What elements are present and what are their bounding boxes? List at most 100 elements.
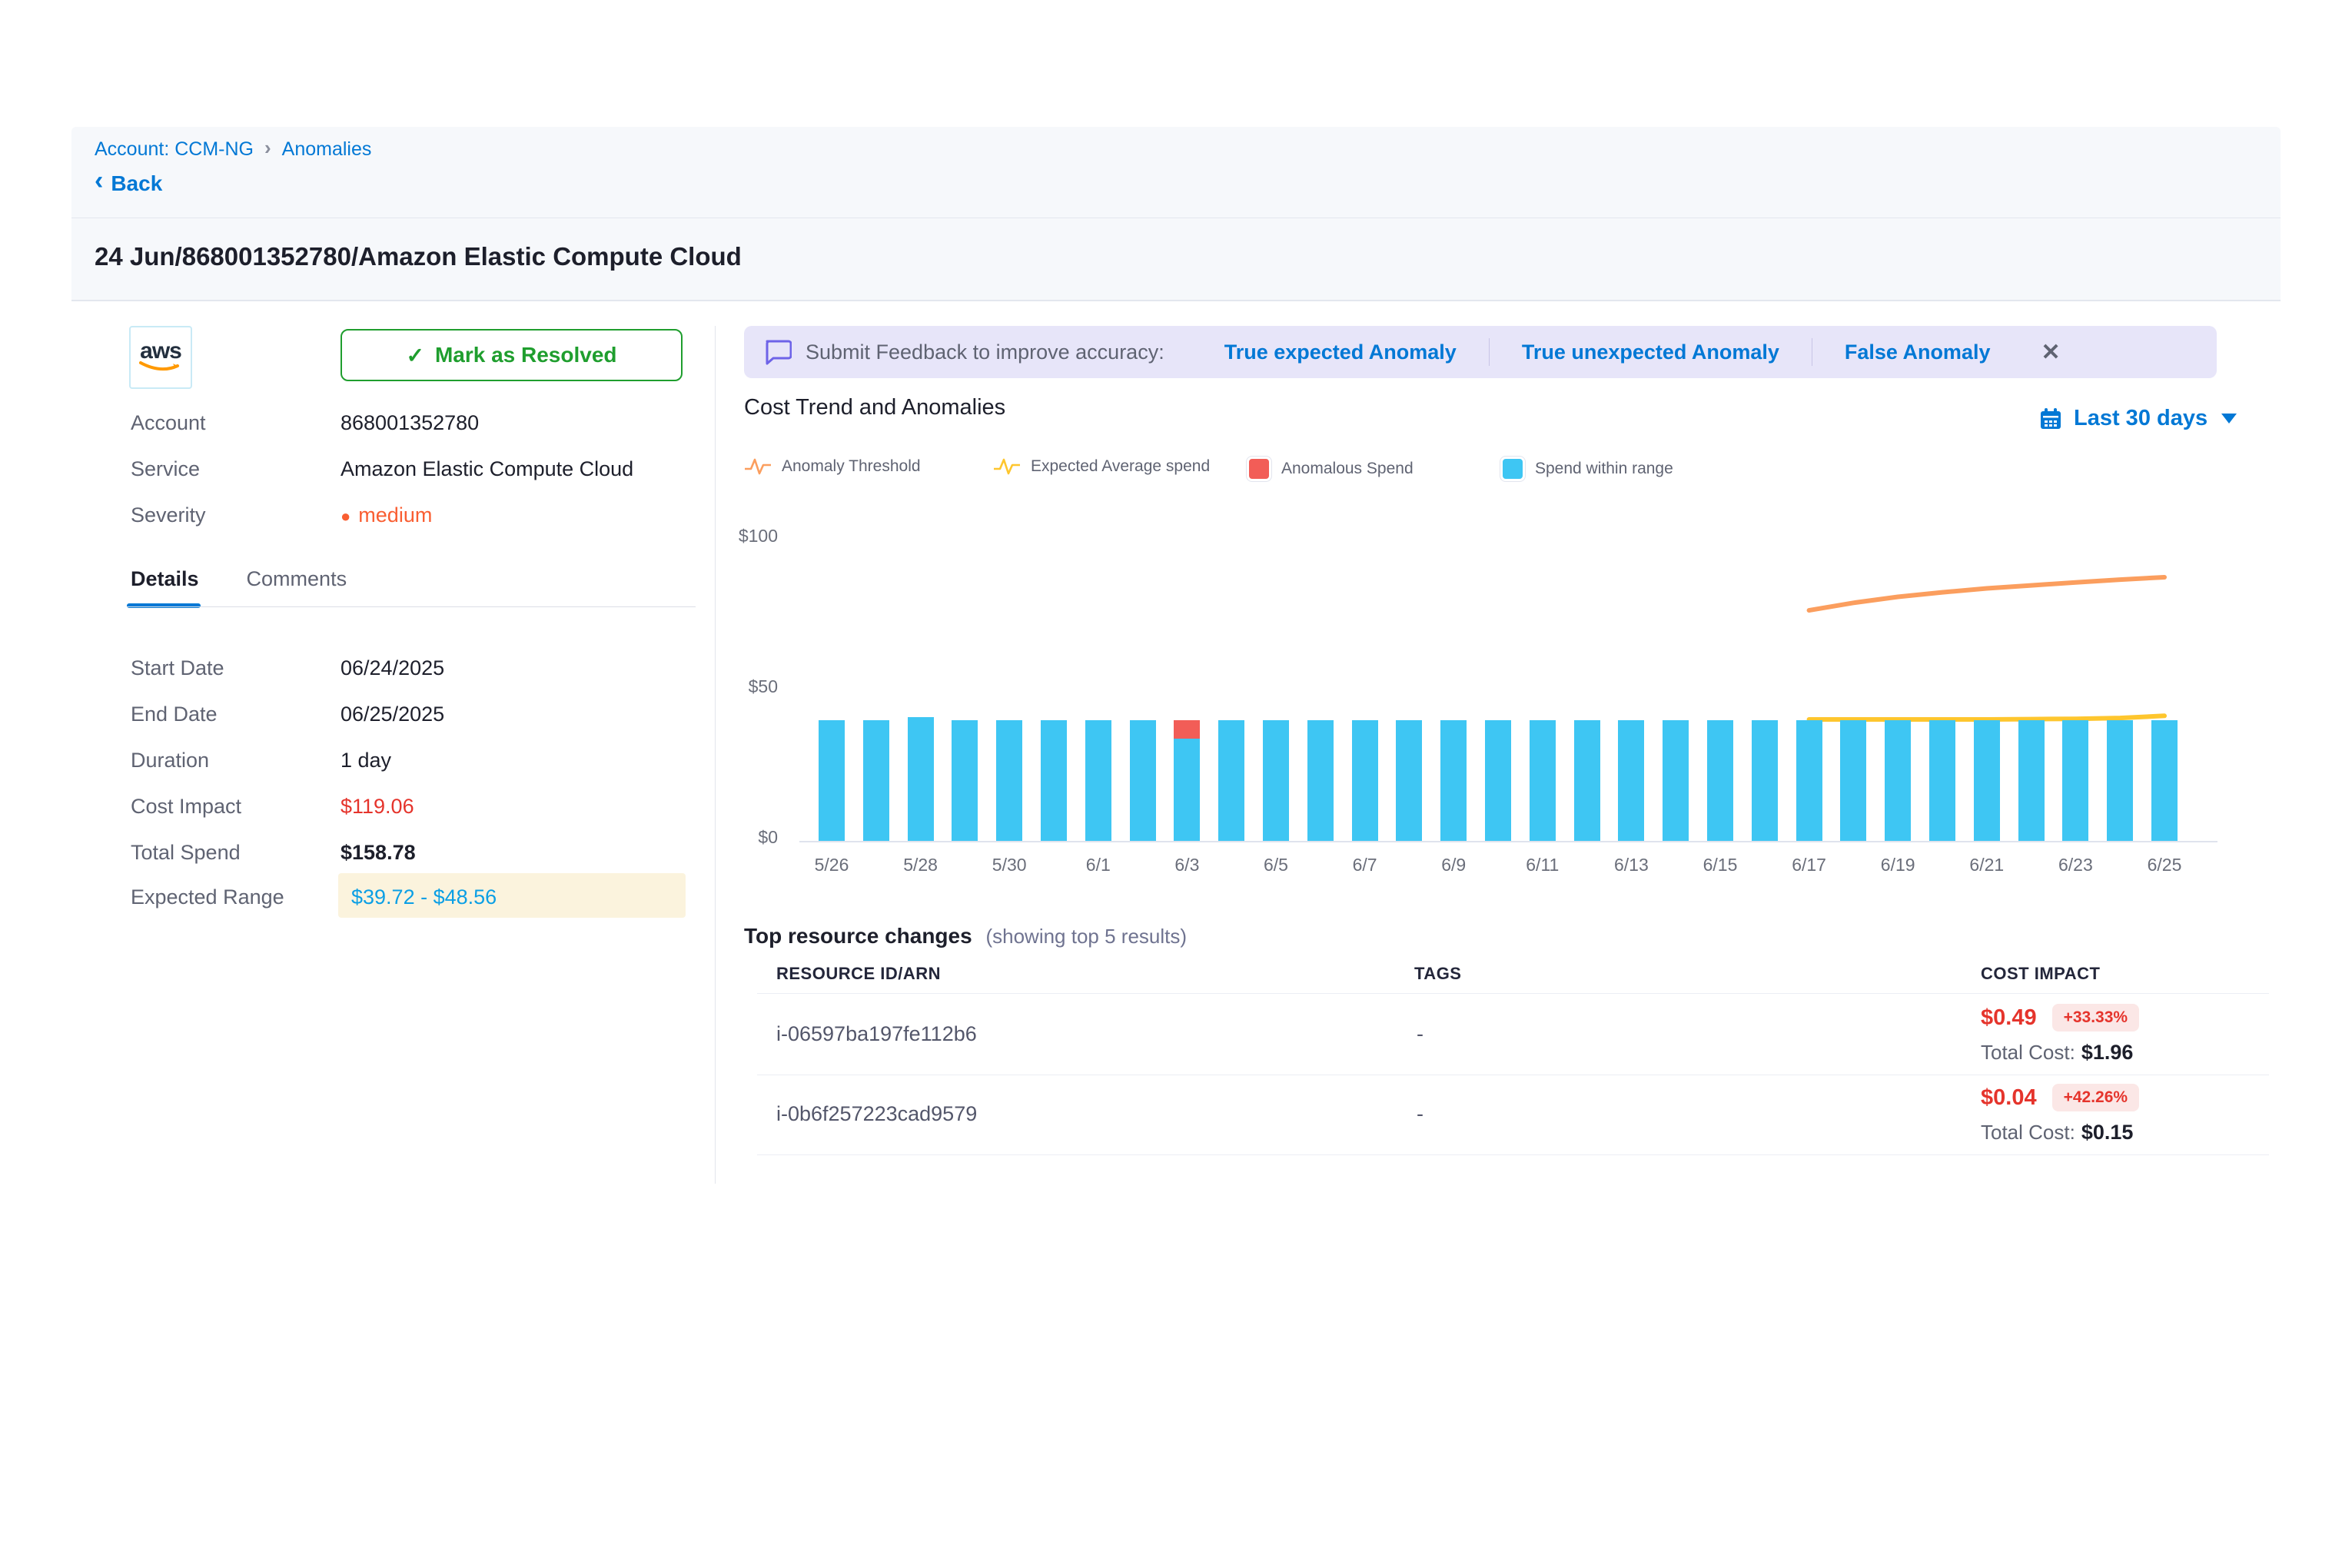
total-cost-value: $1.96 <box>2081 1041 2134 1064</box>
y-axis-label-50: $50 <box>720 676 778 697</box>
breadcrumb-anomalies-link[interactable]: Anomalies <box>282 138 372 161</box>
feedback-true-expected-link[interactable]: True expected Anomaly <box>1224 341 1457 364</box>
feedback-false-anomaly-link[interactable]: False Anomaly <box>1845 341 1991 364</box>
x-axis-label: 6/3 <box>1141 855 1233 875</box>
service-row: Service Amazon Elastic Compute Cloud <box>131 456 699 482</box>
x-axis-label: 6/5 <box>1230 855 1322 875</box>
legend-expected-average[interactable]: Expected Average spend <box>993 457 1210 477</box>
active-tab-underline <box>127 603 201 608</box>
chart-bar[interactable] <box>1840 720 1866 841</box>
anomalous-bar-segment[interactable] <box>1174 720 1200 739</box>
chart-bar[interactable] <box>2107 720 2133 841</box>
start-date-label: Start Date <box>131 655 341 681</box>
chart-bar[interactable] <box>1307 720 1334 841</box>
total-cost-label: Total Cost: <box>1981 1041 2075 1064</box>
aws-logo-text: aws <box>140 341 181 361</box>
duration-label: Duration <box>131 747 341 773</box>
chart-bar[interactable] <box>1618 720 1644 841</box>
mark-as-resolved-button[interactable]: ✓ Mark as Resolved <box>341 329 683 381</box>
chart-bar[interactable] <box>819 720 845 841</box>
detail-tabs: Details Comments <box>131 567 347 591</box>
chart-bar[interactable] <box>2018 720 2045 841</box>
resource-id: i-06597ba197fe112b6 <box>776 1022 977 1046</box>
legend-label: Expected Average spend <box>1031 457 1210 476</box>
chart-bar[interactable] <box>1218 720 1244 841</box>
chart-x-labels: 5/265/285/306/16/36/56/76/96/116/136/156… <box>799 855 2275 882</box>
chart-bar[interactable] <box>1041 720 1067 841</box>
resource-changes-subtitle: (showing top 5 results) <box>985 925 1187 948</box>
chart-bar[interactable] <box>1130 720 1156 841</box>
chart-bar[interactable] <box>1929 720 1955 841</box>
chart-bar[interactable] <box>996 720 1022 841</box>
chart-bar[interactable] <box>1796 720 1822 841</box>
table-header-divider <box>757 993 2269 994</box>
chart-bar[interactable] <box>863 720 889 841</box>
chart-bar[interactable] <box>1574 720 1600 841</box>
page: Account: CCM-NG › Anomalies ‹ Back 24 Ju… <box>0 0 2352 1568</box>
breadcrumb-account-link[interactable]: Account: CCM-NG <box>95 138 254 161</box>
x-axis-label: 5/30 <box>963 855 1055 875</box>
expected-range-label: Expected Range <box>131 884 341 910</box>
legend-anomaly-threshold[interactable]: Anomaly Threshold <box>744 457 921 477</box>
chart-bar[interactable] <box>1530 720 1556 841</box>
x-axis-label: 6/13 <box>1585 855 1677 875</box>
severity-row: Severity ●medium <box>131 502 699 530</box>
account-label: Account <box>131 410 341 436</box>
chart-bar[interactable] <box>1396 720 1422 841</box>
legend-spend-within-range[interactable]: Spend within range <box>1500 457 1673 481</box>
check-icon: ✓ <box>406 343 424 368</box>
chart-bar[interactable] <box>952 720 978 841</box>
chart-bar[interactable] <box>1485 720 1511 841</box>
chart-bar[interactable] <box>2062 720 2088 841</box>
date-range-selector[interactable]: Last 30 days <box>2038 406 2237 431</box>
chart-bar[interactable] <box>1974 720 2000 841</box>
y-axis-label-0: $0 <box>720 827 778 848</box>
page-header: Account: CCM-NG › Anomalies ‹ Back 24 Ju… <box>71 127 2281 301</box>
chart-bar[interactable] <box>1707 720 1733 841</box>
resource-changes-title: Top resource changes <box>744 924 972 948</box>
chart-bar[interactable] <box>1663 720 1689 841</box>
total-spend-row: Total Spend $158.78 <box>131 839 699 865</box>
chart-bar[interactable] <box>1885 720 1911 841</box>
chart-bar[interactable] <box>2151 720 2178 841</box>
aws-smile-icon <box>139 361 182 374</box>
duration-row: Duration 1 day <box>131 747 699 773</box>
total-cost-value: $0.15 <box>2081 1121 2134 1144</box>
tab-details[interactable]: Details <box>131 567 199 591</box>
tab-comments[interactable]: Comments <box>247 567 347 591</box>
back-button[interactable]: ‹ Back <box>95 168 162 198</box>
account-row: Account 868001352780 <box>131 410 699 436</box>
x-axis-label: 6/15 <box>1674 855 1766 875</box>
threshold-line <box>1809 577 2164 610</box>
chart-bar[interactable] <box>1263 720 1289 841</box>
total-spend-value: $158.78 <box>341 839 416 865</box>
chart-bar[interactable] <box>1752 720 1778 841</box>
legend-anomalous-spend[interactable]: Anomalous Spend <box>1247 457 1414 481</box>
column-header-resource-id: RESOURCE ID/ARN <box>776 964 941 984</box>
end-date-row: End Date 06/25/2025 <box>131 701 699 727</box>
expected-range-row: Expected Range $39.72 - $48.56 <box>131 884 699 910</box>
chart-bar[interactable] <box>1174 720 1200 841</box>
start-date-row: Start Date 06/24/2025 <box>131 655 699 681</box>
legend-label: Spend within range <box>1535 460 1673 478</box>
chart-title: Cost Trend and Anomalies <box>744 395 1005 420</box>
service-label: Service <box>131 456 341 482</box>
legend-label: Anomalous Spend <box>1281 460 1414 478</box>
x-axis-label: 6/19 <box>1852 855 1944 875</box>
chart-bar[interactable] <box>1352 720 1378 841</box>
chart-bar[interactable] <box>908 717 934 841</box>
feedback-close-icon[interactable]: ✕ <box>2041 339 2060 366</box>
feedback-true-unexpected-link[interactable]: True unexpected Anomaly <box>1522 341 1779 364</box>
start-date-value: 06/24/2025 <box>341 655 444 681</box>
total-spend-label: Total Spend <box>131 839 341 865</box>
duration-value: 1 day <box>341 747 391 773</box>
chart-bar[interactable] <box>1085 720 1111 841</box>
x-axis-label: 5/28 <box>875 855 967 875</box>
resource-tags: - <box>1417 1102 1423 1126</box>
threshold-line-icon <box>744 457 772 477</box>
cost-impact-value: $119.06 <box>341 793 414 819</box>
x-axis-baseline <box>799 841 2217 842</box>
expected-line <box>1809 716 2164 719</box>
chart-bar[interactable] <box>1440 720 1467 841</box>
severity-dot-icon: ● <box>341 507 350 526</box>
